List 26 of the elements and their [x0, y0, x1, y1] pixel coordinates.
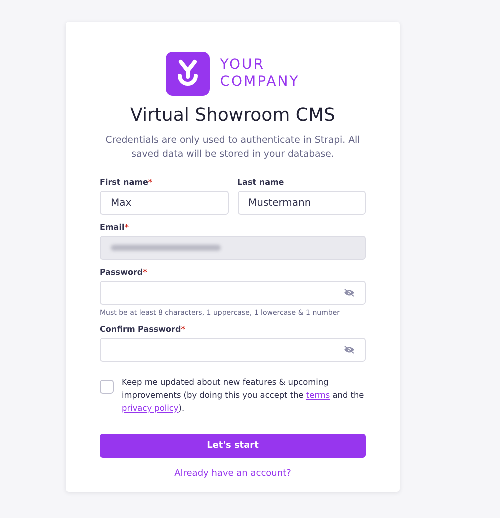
subtitle: Credentials are only used to authenticate in Strapi. All saved data will be stored in your database. [104, 134, 362, 162]
input-field[interactable] [100, 338, 366, 362]
checkbox[interactable] [100, 380, 114, 394]
eye-icon[interactable] [344, 346, 355, 354]
required-mark: * [181, 325, 186, 334]
logo-text: YOUR [220, 57, 266, 74]
required-mark: * [143, 268, 148, 277]
login-link[interactable]: Already have an account? [174, 469, 292, 479]
input-field[interactable]: Max [100, 191, 228, 215]
logo-icon [166, 52, 210, 96]
field-label: Password [100, 268, 144, 277]
logo-text: COMPANY [220, 74, 300, 91]
terms-link[interactable]: terms [306, 390, 330, 400]
field-label: First name [100, 178, 148, 187]
submit-button[interactable]: Let's start [100, 434, 366, 458]
consent-text: Keep me updated about new features & upcoming improvements (by doing this you accept the terms and the privacy policy). [122, 376, 366, 415]
input-field[interactable] [100, 281, 366, 305]
privacy-link[interactable]: privacy policy [122, 403, 179, 413]
field-label: Confirm Password [100, 325, 182, 334]
field-label: Last name [238, 178, 284, 187]
input-field[interactable]: Mustermann [238, 191, 366, 215]
field-label: Email [100, 223, 125, 232]
eye-icon[interactable] [344, 289, 355, 297]
required-mark: * [124, 223, 129, 232]
required-mark: * [148, 178, 153, 187]
page-title: Virtual Showroom CMS [130, 105, 336, 126]
